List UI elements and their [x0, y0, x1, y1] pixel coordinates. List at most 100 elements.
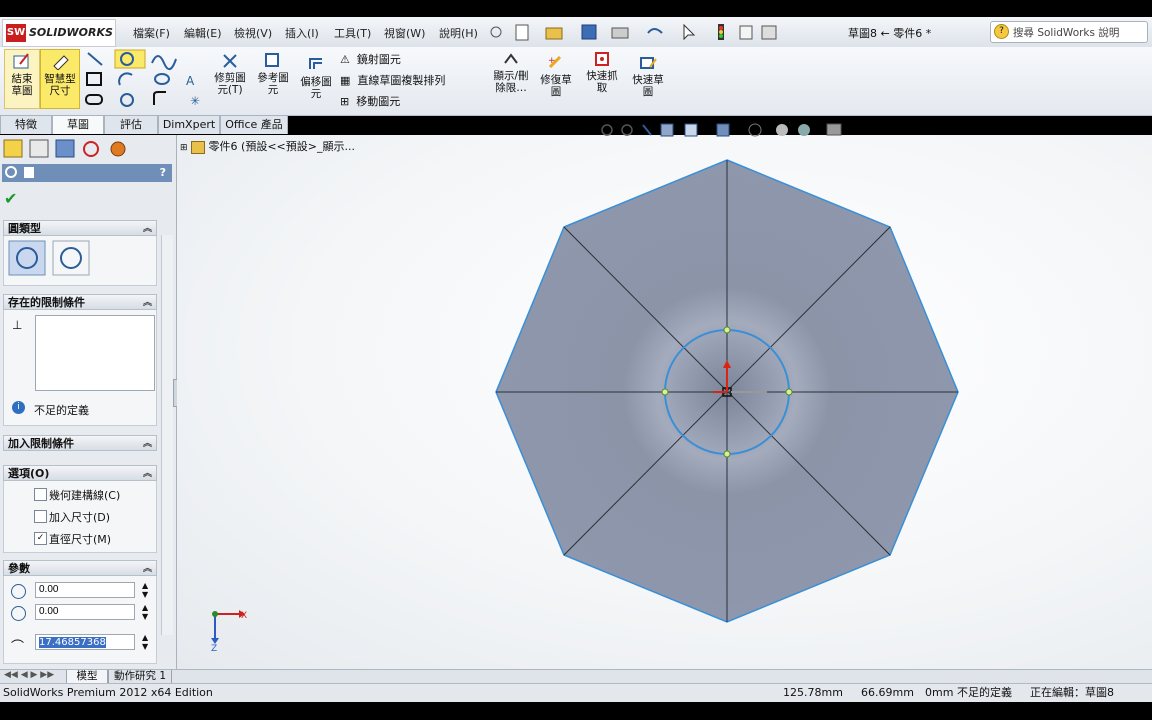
tab-office-products[interactable]: Office 產品 [220, 115, 288, 134]
perimeter-circle-icon[interactable] [52, 240, 90, 276]
display-manager-tab-icon[interactable] [110, 141, 126, 157]
menu-view[interactable]: 檢視(V) [234, 25, 272, 41]
file-properties-icon[interactable] [739, 25, 753, 40]
zoom-to-fit-icon[interactable] [601, 124, 613, 136]
convert-entities-label: 參考圖 元 [257, 72, 289, 96]
ellipse-icon[interactable] [154, 73, 170, 85]
solidworks-logo[interactable]: SW SOLIDWORKS [2, 19, 116, 47]
diameter-dimension-checkbox[interactable]: ✓ [34, 532, 47, 545]
slot-icon[interactable] [85, 94, 103, 105]
rebuild-icon[interactable] [718, 24, 724, 40]
print-icon[interactable] [611, 27, 629, 39]
construction-checkbox[interactable] [34, 488, 47, 501]
center-x-input[interactable] [35, 582, 135, 598]
command-manager-tabs: 特徵 草圖 評估 DimXpert Office 產品 [0, 115, 290, 135]
convert-entities-button[interactable]: 參考圖 元 [253, 51, 293, 96]
tab-evaluate[interactable]: 評估 [104, 115, 158, 134]
mirror-entities-label: 鏡射圖元 [356, 53, 401, 66]
move-entities-button[interactable]: ⊞ 移動圖元 [340, 93, 400, 109]
options-icon[interactable] [761, 25, 777, 40]
arc-icon[interactable] [118, 72, 133, 86]
tab-dimxpert[interactable]: DimXpert [158, 115, 220, 134]
zoom-to-area-icon[interactable] [621, 124, 633, 136]
fillet-icon[interactable] [153, 91, 166, 105]
circle-type-body [3, 236, 157, 286]
ok-check-icon[interactable]: ✔ [4, 189, 17, 208]
menu-tools[interactable]: 工具(T) [334, 25, 371, 41]
circle-type-options [8, 240, 90, 276]
linear-pattern-button[interactable]: ▦ 直線草圖複製排列 [340, 72, 445, 88]
exit-sketch-button[interactable]: 結束 草圖 [4, 49, 40, 109]
tab-scroll-arrows-icon[interactable]: ◀◀ ◀ ▶ ▶▶ [4, 670, 54, 680]
menu-window[interactable]: 視窗(W) [384, 25, 425, 41]
tab-motion-study[interactable]: 動作研究 1 [108, 670, 172, 684]
new-document-icon[interactable] [515, 24, 529, 41]
menu-edit[interactable]: 編輯(E) [184, 25, 222, 41]
center-circle-icon[interactable] [8, 240, 46, 276]
save-icon[interactable] [581, 24, 597, 40]
mirror-entities-button[interactable]: ⚠ 鏡射圖元 [340, 51, 401, 67]
convert-entities-icon [265, 53, 279, 67]
trim-button[interactable]: 修剪圖 元(T) [210, 51, 250, 96]
tab-features[interactable]: 特徵 [0, 115, 52, 134]
center-y-input[interactable] [35, 604, 135, 620]
svg-text:X: X [241, 611, 247, 621]
diameter-dimension-label: 直徑尺寸(M) [49, 533, 112, 546]
parameters-header[interactable]: 參數 ︽ [3, 560, 157, 576]
text-tool-icon[interactable]: A [186, 74, 195, 88]
circle-title-field [24, 167, 34, 178]
rectangle-icon[interactable] [86, 72, 102, 86]
select-cursor-icon[interactable] [683, 23, 696, 41]
radius-icon: ⌒ [11, 640, 25, 655]
configuration-manager-tab-icon[interactable] [55, 139, 75, 158]
center-y-spinner[interactable]: ▲ ▼ [142, 603, 148, 621]
tab-model[interactable]: 模型 [66, 670, 108, 684]
definition-status-text: 不足的定義 [34, 404, 89, 417]
point-icon[interactable]: ✳ [190, 94, 200, 108]
property-manager-tab-icon[interactable] [29, 139, 49, 158]
add-dimensions-label: 加入尺寸(D) [49, 511, 111, 524]
circle-tool-icon[interactable] [114, 49, 146, 69]
polygon-icon[interactable] [120, 93, 134, 107]
info-icon: i [12, 401, 25, 414]
menu-insert[interactable]: 插入(I) [285, 25, 319, 41]
open-folder-icon[interactable] [545, 27, 563, 40]
view-settings-icon[interactable] [826, 123, 842, 136]
tab-sketch[interactable]: 草圖 [52, 115, 104, 134]
menu-file[interactable]: 檔案(F) [133, 25, 170, 41]
radius-spinner[interactable]: ▲ ▼ [142, 633, 148, 651]
add-dimensions-checkbox[interactable] [34, 510, 47, 523]
pin-icon[interactable] [490, 26, 502, 38]
center-x-icon [11, 584, 26, 599]
options-header[interactable]: 選項(O) ︽ [3, 465, 157, 481]
move-entities-icon: ⊞ [340, 95, 350, 108]
spline-icon[interactable] [151, 55, 177, 70]
add-relations-header[interactable]: 加入限制條件 ︽ [3, 435, 157, 451]
dimxpert-manager-tab-icon[interactable] [83, 141, 99, 157]
menu-help[interactable]: 說明(H) [439, 25, 478, 41]
smart-dimension-button[interactable]: 智慧型 尺寸 [40, 49, 80, 109]
relations-list[interactable] [35, 315, 155, 391]
existing-relations-title: 存在的限制條件 [8, 296, 85, 309]
panel-scrollbar[interactable] [161, 235, 173, 635]
circle-type-header[interactable]: 圓類型 ︽ [3, 220, 157, 236]
repair-sketch-button[interactable]: + 修復草 圖 [536, 55, 576, 98]
display-relations-button[interactable]: 顯示/刪 除限… [488, 51, 534, 94]
help-icon[interactable]: ? [160, 166, 166, 179]
existing-relations-header[interactable]: 存在的限制條件 ︽ [3, 294, 157, 310]
center-x-spinner[interactable]: ▲ ▼ [142, 581, 148, 599]
help-question-icon: ? [994, 24, 1009, 39]
line-icon[interactable] [87, 52, 103, 66]
rapid-sketch-button[interactable]: 快速草 圖 [628, 55, 668, 98]
undo-icon[interactable] [647, 28, 663, 34]
offset-entities-icon [309, 58, 322, 69]
add-relations-title: 加入限制條件 [8, 437, 74, 450]
model-canvas: X Z [211, 159, 959, 654]
radius-input[interactable]: 17.46857368 [35, 634, 135, 650]
offset-entities-button[interactable]: 偏移圖 元 [296, 55, 336, 100]
previous-view-icon[interactable] [642, 124, 652, 136]
help-search-input[interactable]: ? 搜尋 SolidWorks 說明 [990, 21, 1148, 43]
quick-snaps-button[interactable]: 快速抓 取 [582, 51, 622, 94]
feature-manager-tab-icon[interactable] [3, 139, 23, 158]
graphics-area[interactable]: ⊞ 零件6 (預設<<預設>_顯示... X Z [177, 123, 1152, 669]
